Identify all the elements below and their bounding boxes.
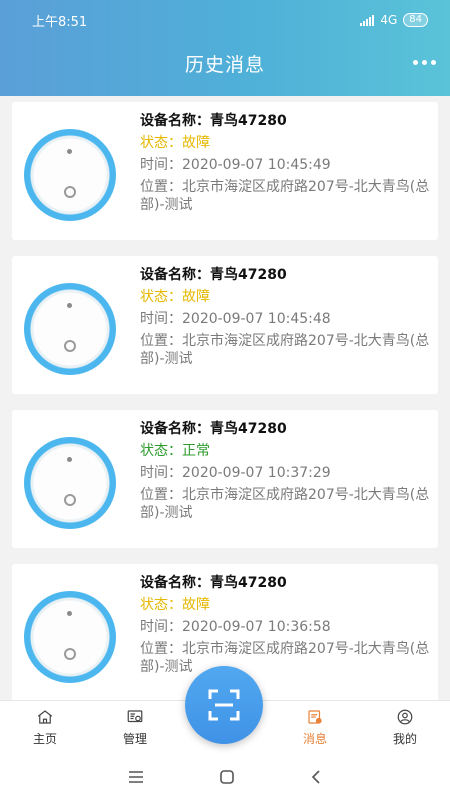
- menu-icon[interactable]: [127, 770, 145, 784]
- device-name: 设备名称：青鸟47280: [140, 421, 287, 437]
- device-name: 设备名称：青鸟47280: [140, 113, 287, 129]
- home-icon: [37, 710, 53, 724]
- status-time: 上午8:51: [32, 14, 88, 30]
- message-time: 时间：2020-09-07 10:36:58: [140, 619, 331, 635]
- smoke-detector-image: [24, 129, 116, 221]
- device-status: 状态：正常: [140, 443, 210, 459]
- message-list[interactable]: 设备名称：青鸟47280 状态：故障 时间：2020-09-07 10:45:4…: [0, 96, 450, 700]
- device-name: 设备名称：青鸟47280: [140, 267, 287, 283]
- message-icon: [308, 710, 322, 724]
- network-type: 4G: [380, 13, 398, 27]
- device-location: 位置：北京市海淀区成府路207号-北大青鸟(总部)-测试: [140, 333, 430, 367]
- device-status: 状态：故障: [140, 289, 210, 305]
- user-icon: [397, 709, 413, 725]
- message-card[interactable]: 设备名称：青鸟47280 状态：故障 时间：2020-09-07 10:45:4…: [12, 256, 438, 394]
- device-location: 位置：北京市海淀区成府路207号-北大青鸟(总部)-测试: [140, 487, 430, 521]
- battery-icon: 84: [403, 13, 428, 27]
- tab-mine-label: 我的: [392, 732, 417, 746]
- message-time: 时间：2020-09-07 10:37:29: [140, 465, 331, 481]
- back-icon[interactable]: [309, 769, 323, 785]
- message-card[interactable]: 设备名称：青鸟47280 状态：正常 时间：2020-09-07 10:37:2…: [12, 410, 438, 548]
- device-location: 位置：北京市海淀区成府路207号-北大青鸟(总部)-测试: [140, 179, 430, 213]
- smoke-detector-image: [24, 437, 116, 529]
- smoke-detector-image: [24, 591, 116, 683]
- message-time: 时间：2020-09-07 10:45:49: [140, 157, 331, 173]
- tab-manage[interactable]: 管理: [90, 701, 180, 754]
- app-header: 上午8:51 4G 84 历史消息: [0, 0, 450, 96]
- tab-home[interactable]: 主页: [0, 701, 90, 754]
- device-name: 设备名称：青鸟47280: [140, 575, 287, 591]
- home-nav-icon[interactable]: [218, 768, 236, 786]
- device-status: 状态：故障: [140, 135, 210, 151]
- message-card[interactable]: 设备名称：青鸟47280 状态：故障 时间：2020-09-07 10:45:4…: [12, 102, 438, 240]
- tab-mine[interactable]: 我的: [360, 701, 450, 754]
- tab-messages-label: 消息: [302, 732, 327, 746]
- battery-level: 84: [409, 14, 422, 25]
- system-nav-bar: [0, 754, 450, 800]
- status-indicators: 4G 84: [360, 13, 428, 27]
- scan-icon: [208, 689, 240, 721]
- tab-home-label: 主页: [32, 732, 57, 746]
- device-location: 位置：北京市海淀区成府路207号-北大青鸟(总部)-测试: [140, 641, 430, 675]
- status-bar: 上午8:51 4G 84: [0, 0, 450, 40]
- page-title: 历史消息: [184, 54, 265, 76]
- manage-icon: [127, 710, 143, 723]
- device-status: 状态：故障: [140, 597, 210, 613]
- message-time: 时间：2020-09-07 10:45:48: [140, 311, 331, 327]
- tab-manage-label: 管理: [122, 732, 147, 746]
- signal-icon: [360, 14, 375, 26]
- smoke-detector-image: [24, 283, 116, 375]
- tab-messages[interactable]: 消息: [270, 701, 360, 754]
- more-menu-icon[interactable]: [413, 60, 436, 65]
- scan-button[interactable]: [185, 666, 263, 744]
